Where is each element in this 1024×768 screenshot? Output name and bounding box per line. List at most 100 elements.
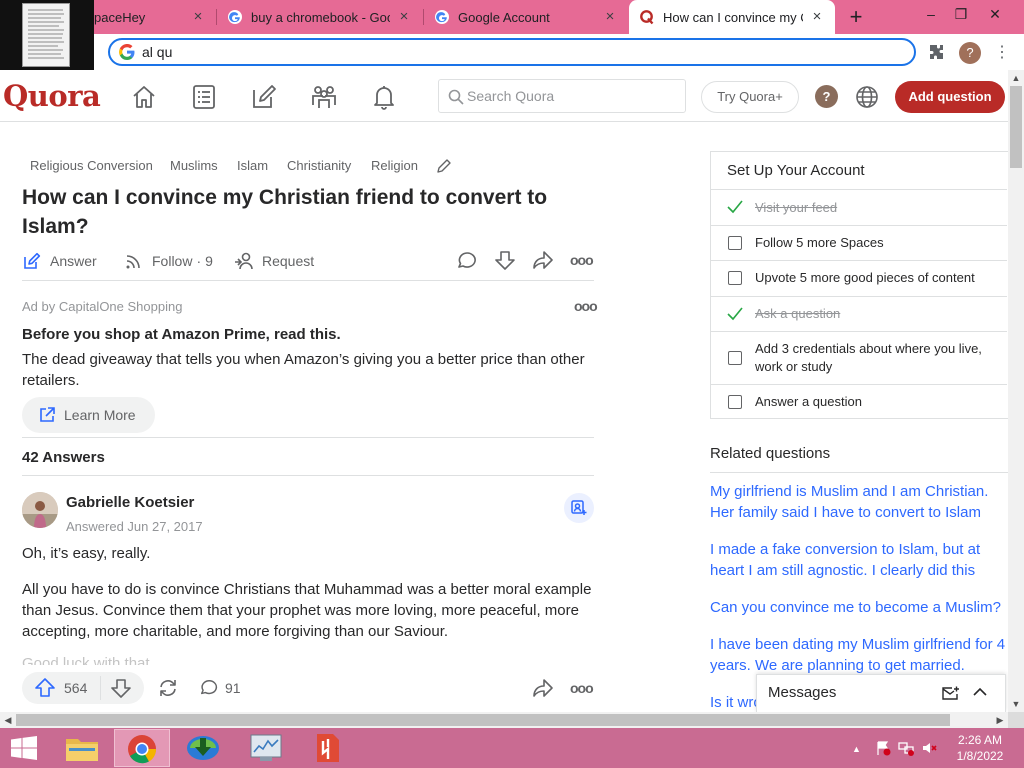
horizontal-scroll-thumb[interactable] — [16, 714, 950, 726]
tab-quora-question[interactable]: How can I convince my Ch × — [629, 0, 835, 34]
quora-search-box[interactable] — [438, 79, 686, 113]
search-input[interactable] — [467, 88, 667, 104]
add-question-button[interactable]: Add question — [895, 81, 1005, 113]
author-name[interactable]: Gabrielle Koetsier — [66, 494, 194, 511]
restore-button[interactable]: ❐ — [946, 3, 976, 25]
tab-google-account[interactable]: Google Account × — [424, 0, 628, 34]
share-reshare-icon[interactable] — [157, 677, 179, 699]
notifications-icon[interactable] — [370, 83, 398, 111]
edit-topics-pencil-icon[interactable] — [436, 158, 452, 174]
show-hidden-icons-icon[interactable]: ▲ — [852, 744, 861, 754]
topic-tag[interactable]: Christianity — [287, 158, 351, 176]
new-tab-button[interactable]: + — [845, 6, 867, 28]
scroll-down-arrow-icon[interactable]: ▼ — [1008, 696, 1024, 712]
language-globe-icon[interactable] — [854, 84, 880, 110]
related-question-link[interactable]: I have been dating my Muslim girlfriend … — [710, 634, 1006, 676]
comment-icon[interactable] — [456, 250, 478, 272]
task-visit-feed[interactable]: Visit your feed — [711, 189, 1007, 225]
taskbar-download-manager[interactable] — [176, 729, 232, 767]
related-questions-title: Related questions — [710, 445, 831, 462]
answer-icon[interactable] — [250, 83, 278, 111]
task-checkbox[interactable] — [728, 271, 742, 285]
home-icon[interactable] — [130, 83, 158, 111]
tab-title: paceHey — [94, 9, 146, 25]
more-options-icon[interactable]: ooo — [570, 252, 594, 268]
share-icon[interactable] — [532, 249, 554, 271]
task-checkbox[interactable] — [728, 351, 742, 365]
follow-count: 9 — [205, 253, 213, 269]
chevron-up-icon[interactable] — [973, 686, 987, 698]
topic-tag[interactable]: Muslims — [170, 158, 218, 176]
messages-panel[interactable]: Messages — [756, 674, 1006, 712]
vote-divider — [100, 676, 101, 700]
close-tab-icon[interactable]: × — [396, 9, 412, 25]
divider — [22, 475, 594, 476]
taskbar-pdf-app[interactable] — [300, 729, 356, 767]
ad-title[interactable]: Before you shop at Amazon Prime, read th… — [22, 326, 341, 343]
request-button[interactable]: Request — [234, 250, 314, 272]
tab-buy-chromebook[interactable]: buy a chromebook - Goog × — [217, 0, 422, 34]
chrome-icon — [128, 735, 157, 764]
scroll-up-arrow-icon[interactable]: ▲ — [1008, 70, 1024, 86]
taskbar-file-explorer[interactable] — [56, 729, 112, 767]
task-checkbox[interactable] — [728, 236, 742, 250]
close-window-button[interactable]: ✕ — [980, 3, 1010, 25]
add-person-icon — [571, 500, 587, 515]
help-icon[interactable]: ? — [815, 85, 838, 108]
task-answer-question[interactable]: Answer a question — [711, 384, 1007, 418]
topic-tag[interactable]: Religious Conversion — [30, 158, 153, 176]
vertical-scroll-thumb[interactable] — [1010, 86, 1022, 168]
related-question-link[interactable]: Can you convince me to become a Muslim? — [710, 597, 1006, 618]
action-center-flag-icon[interactable] — [875, 740, 891, 756]
learn-more-button[interactable]: Learn More — [22, 397, 155, 433]
windows-start-icon[interactable] — [11, 736, 37, 760]
task-follow-spaces[interactable]: Follow 5 more Spaces — [711, 225, 1007, 260]
close-tab-icon[interactable]: × — [190, 9, 206, 25]
taskbar-clock[interactable]: 2:26 AM 1/8/2022 — [946, 732, 1014, 764]
scrollbar-corner — [1008, 712, 1024, 728]
minimize-button[interactable]: – — [916, 3, 946, 25]
follow-button[interactable]: Follow · 9 — [124, 250, 213, 272]
network-icon[interactable] — [898, 740, 914, 756]
scroll-left-arrow-icon[interactable]: ◀ — [0, 712, 16, 728]
answer-share-icon[interactable] — [532, 677, 554, 699]
task-upvote-content[interactable]: Upvote 5 more good pieces of content — [711, 260, 1007, 296]
try-quora-plus-button[interactable]: Try Quora+ — [701, 81, 799, 113]
close-tab-icon[interactable]: × — [809, 9, 825, 25]
topic-tag[interactable]: Religion — [371, 158, 418, 176]
answer-button[interactable]: Answer — [22, 250, 97, 272]
quora-logo[interactable]: Quora — [3, 79, 101, 113]
follow-separator: · — [196, 253, 202, 269]
learn-more-label: Learn More — [64, 407, 136, 423]
pdf-app-icon — [317, 734, 339, 762]
author-avatar[interactable] — [22, 492, 58, 528]
profile-avatar[interactable]: ? — [959, 42, 981, 64]
taskbar-task-manager[interactable] — [238, 729, 294, 767]
close-tab-icon[interactable]: × — [602, 9, 618, 25]
topic-tag[interactable]: Islam — [237, 158, 268, 176]
tab-myspace[interactable]: paceHey × — [84, 0, 216, 34]
downvote-icon[interactable] — [494, 249, 516, 271]
answer-comments-button[interactable]: 91 — [199, 678, 241, 698]
related-question-link[interactable]: I made a fake conversion to Islam, but a… — [710, 539, 1006, 581]
check-icon — [727, 307, 743, 321]
task-add-credentials[interactable]: Add 3 credentials about where you live, … — [711, 331, 1007, 384]
scroll-right-arrow-icon[interactable]: ▶ — [992, 712, 1008, 728]
ad-more-options-icon[interactable]: ooo — [574, 298, 598, 314]
taskbar-chrome[interactable] — [114, 729, 170, 767]
task-checkbox[interactable] — [728, 395, 742, 409]
browser-menu-icon[interactable]: ⋮ — [994, 42, 1010, 64]
address-bar[interactable] — [108, 38, 916, 66]
following-icon[interactable] — [190, 83, 218, 111]
volume-muted-icon[interactable] — [921, 740, 937, 756]
address-input[interactable] — [142, 43, 842, 61]
answer-more-options-icon[interactable]: ooo — [570, 680, 594, 696]
task-ask-question[interactable]: Ask a question — [711, 296, 1007, 331]
extensions-puzzle-icon[interactable] — [928, 43, 946, 61]
compose-message-icon[interactable] — [941, 685, 959, 701]
spaces-icon[interactable] — [310, 83, 338, 111]
upvote-button[interactable]: 564 — [34, 678, 87, 698]
related-question-link[interactable]: My girlfriend is Muslim and I am Christi… — [710, 481, 1006, 523]
follow-author-button[interactable] — [564, 493, 594, 523]
answer-downvote-icon[interactable] — [110, 677, 132, 699]
